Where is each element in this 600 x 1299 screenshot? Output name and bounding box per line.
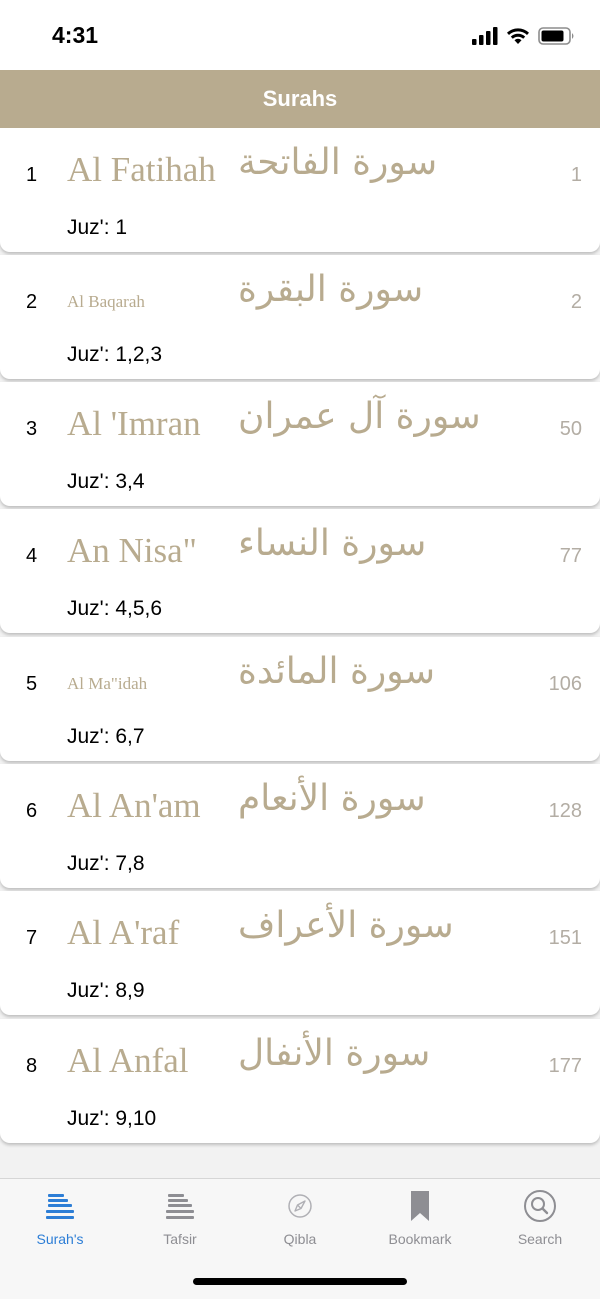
home-indicator (193, 1278, 407, 1285)
surah-row[interactable]: 1 Al Fatihah سورة الفاتحة 1 Juz': 1 (0, 128, 600, 252)
surah-row[interactable]: 8 Al Anfal سورة الأنفال 177 Juz': 9,10 (0, 1019, 600, 1143)
surah-row[interactable]: 3 Al 'Imran سورة آل عمران 50 Juz': 3,4 (0, 382, 600, 506)
surah-row[interactable]: 5 Al Ma"idah سورة المائدة 106 Juz': 6,7 (0, 637, 600, 761)
surah-list[interactable]: 1 Al Fatihah سورة الفاتحة 1 Juz': 1 2 Al… (0, 128, 600, 1178)
surah-ayah-count: 2 (570, 291, 582, 313)
surah-arabic-name: سورة الأنعام (238, 778, 426, 819)
surah-name: An Nisa" (67, 531, 197, 570)
surah-juz: Juz': 3,4 (67, 470, 145, 493)
bookmark-icon (411, 1191, 429, 1221)
tab-qibla[interactable]: Qibla (240, 1189, 360, 1259)
surah-row[interactable]: 2 Al Baqarah سورة البقرة 2 Juz': 1,2,3 (0, 255, 600, 379)
surah-juz: Juz': 1 (67, 216, 128, 239)
book-stack-icon (166, 1194, 194, 1219)
surah-arabic-name: سورة الفاتحة (238, 142, 438, 183)
surah-juz: Juz': 7,8 (67, 852, 145, 875)
surah-ayah-count: 77 (559, 545, 582, 567)
surah-ayah-count: 177 (548, 1055, 582, 1077)
surah-number: 1 (26, 164, 38, 186)
page-title: Surahs (262, 86, 338, 111)
surah-number: 8 (26, 1055, 38, 1077)
book-stack-icon (46, 1194, 74, 1219)
battery-icon (538, 27, 574, 45)
wifi-icon (507, 28, 529, 44)
surah-arabic-name: سورة الأعراف (238, 905, 454, 946)
surah-row[interactable]: 4 An Nisa" سورة النساء 77 Juz': 4,5,6 (0, 509, 600, 633)
surah-arabic-name: سورة آل عمران (238, 396, 481, 437)
surah-number: 2 (26, 291, 38, 313)
surah-arabic-name: سورة البقرة (238, 269, 424, 310)
surah-name: Al A'raf (67, 913, 180, 952)
cellular-signal-icon (472, 27, 498, 45)
surah-arabic-name: سورة المائدة (238, 651, 435, 692)
status-time: 4:31 (52, 22, 99, 48)
surah-ayah-count: 1 (570, 164, 582, 186)
surah-ayah-count: 50 (559, 418, 582, 440)
surah-juz: Juz': 4,5,6 (67, 597, 163, 620)
tab-label: Bookmark (388, 1231, 452, 1247)
surah-arabic-name: سورة الأنفال (238, 1033, 431, 1074)
surah-number: 6 (26, 800, 38, 822)
tab-tafsir[interactable]: Tafsir (120, 1189, 240, 1259)
surah-ayah-count: 151 (548, 927, 582, 949)
status-icons (472, 24, 576, 48)
tab-surahs[interactable]: Surah's (0, 1189, 120, 1259)
surah-row[interactable]: 6 Al An'am سورة الأنعام 128 Juz': 7,8 (0, 764, 600, 888)
surah-name: Al Ma"idah (67, 674, 148, 693)
surah-juz: Juz': 6,7 (67, 725, 145, 748)
surah-juz: Juz': 9,10 (67, 1107, 157, 1130)
surah-number: 4 (26, 545, 38, 567)
surah-juz: Juz': 8,9 (67, 979, 145, 1002)
tab-label: Tafsir (163, 1231, 197, 1247)
tab-label: Qibla (283, 1231, 317, 1247)
nav-header: Surahs (0, 70, 600, 128)
tab-label: Search (517, 1231, 563, 1247)
surah-ayah-count: 106 (548, 673, 582, 695)
surah-name: Al An'am (67, 786, 201, 825)
surah-name: Al Fatihah (67, 150, 216, 189)
surah-arabic-name: سورة النساء (238, 523, 427, 564)
compass-icon (288, 1194, 312, 1218)
surah-name: Al 'Imran (67, 404, 201, 443)
tab-bookmark[interactable]: Bookmark (360, 1189, 480, 1259)
tab-search[interactable]: Search (480, 1189, 600, 1259)
search-icon (524, 1190, 556, 1222)
surah-number: 7 (26, 927, 38, 949)
surah-number: 3 (26, 418, 38, 440)
surah-juz: Juz': 1,2,3 (67, 343, 163, 366)
surah-row[interactable]: 7 Al A'raf سورة الأعراف 151 Juz': 8,9 (0, 891, 600, 1015)
surah-name: Al Anfal (67, 1041, 189, 1080)
surah-number: 5 (26, 673, 38, 695)
tab-label: Surah's (36, 1231, 84, 1247)
surah-name: Al Baqarah (67, 292, 145, 311)
surah-ayah-count: 128 (548, 800, 582, 822)
status-bar: 4:31 (0, 0, 600, 70)
